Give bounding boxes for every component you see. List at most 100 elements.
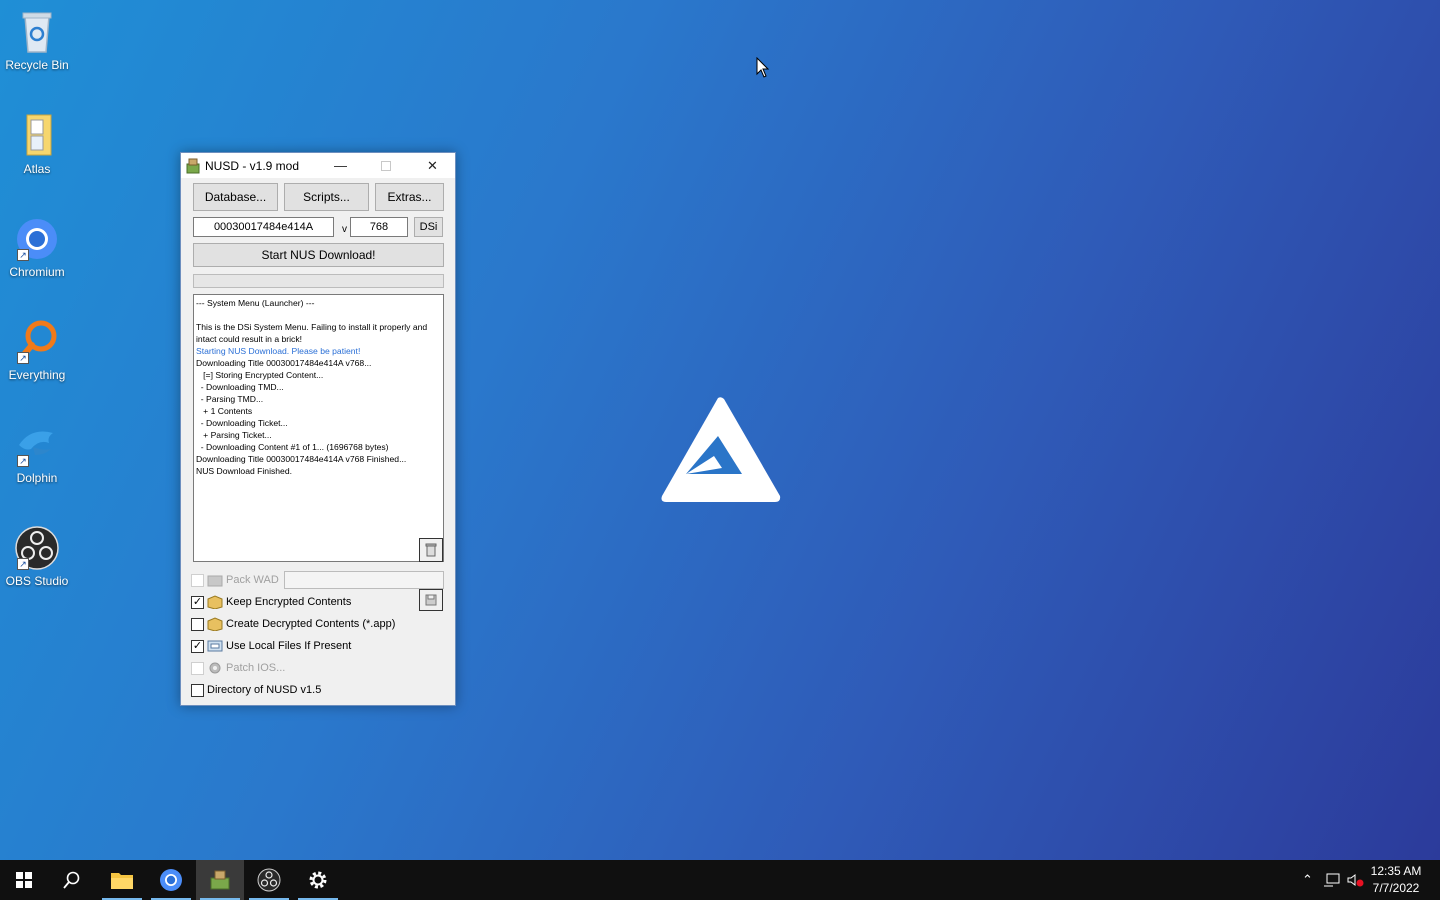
trash-icon xyxy=(425,543,437,557)
taskbar-obs[interactable] xyxy=(245,860,293,900)
log-line: + Parsing Ticket... xyxy=(196,430,272,440)
database-button[interactable]: Database... xyxy=(193,183,278,211)
shortcut-arrow-icon: ↗ xyxy=(17,249,29,261)
log-line: NUS Download Finished. xyxy=(196,466,293,476)
dsi-button[interactable]: DSi xyxy=(414,217,443,237)
scripts-button[interactable]: Scripts... xyxy=(284,183,369,211)
create-decrypted-label: Create Decrypted Contents (*.app) xyxy=(226,618,396,630)
search-button[interactable] xyxy=(48,860,96,900)
shortcut-arrow-icon: ↗ xyxy=(17,558,29,570)
clear-log-button[interactable] xyxy=(419,538,443,562)
log-line: [=] Storing Encrypted Content... xyxy=(196,370,324,380)
title-id-input[interactable]: 00030017484e414A xyxy=(193,217,334,237)
desktop-icon-label: OBS Studio xyxy=(5,574,69,588)
version-prefix-label: v xyxy=(342,224,347,235)
minimize-button[interactable]: — xyxy=(318,153,363,178)
download-progress-bar xyxy=(193,274,444,288)
directory-label: Directory of NUSD v1.5 xyxy=(207,684,322,696)
log-line: - Downloading Ticket... xyxy=(196,418,288,428)
patch-ios-label: Patch IOS... xyxy=(226,662,286,674)
desktop-icon-everything[interactable]: ↗ Everything xyxy=(0,318,74,382)
network-icon[interactable] xyxy=(1323,873,1341,887)
taskbar-nusd[interactable] xyxy=(196,860,244,900)
taskbar-settings[interactable] xyxy=(294,860,342,900)
recycle-bin-icon xyxy=(13,8,61,56)
nusd-app-icon xyxy=(210,870,230,890)
everything-icon: ↗ xyxy=(13,318,61,366)
desktop-icon-dolphin[interactable]: ↗ Dolphin xyxy=(0,421,74,485)
desktop-icon-obs-studio[interactable]: ↗ OBS Studio xyxy=(0,524,74,588)
chromium-icon: ↗ xyxy=(13,215,61,263)
gear-icon xyxy=(209,662,221,674)
box-icon xyxy=(207,595,223,609)
box-icon xyxy=(207,617,223,631)
maximize-icon xyxy=(380,160,391,171)
log-output[interactable]: --- System Menu (Launcher) --- This is t… xyxy=(193,294,444,562)
desktop-icon-label: Atlas xyxy=(23,162,51,176)
dolphin-icon: ↗ xyxy=(13,421,61,469)
folder-icon xyxy=(13,112,61,160)
use-local-checkbox[interactable]: ✓ xyxy=(191,639,204,653)
taskbar-chromium[interactable] xyxy=(147,860,195,900)
start-button[interactable] xyxy=(0,860,48,900)
keep-encrypted-label: Keep Encrypted Contents xyxy=(226,596,352,608)
log-line: + 1 Contents xyxy=(196,406,253,416)
wallpaper-logo xyxy=(660,396,782,504)
desktop-icon-label: Dolphin xyxy=(16,471,58,485)
nusd-app-icon xyxy=(186,158,200,173)
desktop-icon-label: Recycle Bin xyxy=(5,58,69,72)
log-line: - Downloading Content #1 of 1... (169676… xyxy=(196,442,389,452)
log-line: - Parsing TMD... xyxy=(196,394,264,404)
log-line: Downloading Title 00030017484e414A v768.… xyxy=(196,358,372,368)
save-icon xyxy=(425,594,437,606)
desktop-icon-atlas[interactable]: Atlas xyxy=(0,112,74,176)
desktop-icon-recycle-bin[interactable]: Recycle Bin xyxy=(0,8,74,72)
create-decrypted-option[interactable]: Create Decrypted Contents (*.app) xyxy=(191,615,395,633)
start-nus-download-button[interactable]: Start NUS Download! xyxy=(193,243,444,267)
log-line: intact could result in a brick! xyxy=(196,334,303,344)
system-tray: ⌃ xyxy=(1302,860,1365,900)
keep-encrypted-option[interactable]: ✓ Keep Encrypted Contents xyxy=(191,593,351,611)
log-line: Downloading Title 00030017484e414A v768 … xyxy=(196,454,407,464)
mouse-cursor-icon xyxy=(756,56,770,79)
save-button[interactable] xyxy=(419,589,443,611)
directory-checkbox[interactable] xyxy=(191,683,204,697)
chevron-up-icon[interactable]: ⌃ xyxy=(1302,872,1313,888)
chromium-icon xyxy=(160,869,182,891)
taskbar: ⌃ 12:35 AM 7/7/2022 xyxy=(0,860,1440,900)
window-titlebar[interactable]: NUSD - v1.9 mod — ✕ xyxy=(181,153,455,178)
volume-muted-icon[interactable] xyxy=(1347,873,1365,887)
close-button[interactable]: ✕ xyxy=(410,153,455,178)
clock-time: 12:35 AM xyxy=(1370,864,1422,878)
nusd-window: NUSD - v1.9 mod — ✕ Database... Scripts.… xyxy=(180,152,456,706)
version-input[interactable]: 768 xyxy=(350,217,408,237)
windows-icon xyxy=(16,872,32,888)
obs-icon: ↗ xyxy=(13,524,61,572)
create-decrypted-checkbox[interactable] xyxy=(191,617,204,631)
log-line: Starting NUS Download. Please be patient… xyxy=(196,346,361,356)
use-local-label: Use Local Files If Present xyxy=(226,640,352,652)
folder-icon xyxy=(111,873,133,889)
wad-name-input xyxy=(284,571,444,589)
extras-button[interactable]: Extras... xyxy=(375,183,444,211)
pack-wad-label: Pack WAD xyxy=(226,574,279,586)
desktop-icon-chromium[interactable]: ↗ Chromium xyxy=(0,215,74,279)
package-icon xyxy=(207,575,223,587)
close-icon: ✕ xyxy=(427,157,438,173)
window-title: NUSD - v1.9 mod xyxy=(205,158,300,173)
patch-ios-checkbox xyxy=(191,661,204,675)
minimize-icon: — xyxy=(334,158,347,173)
pack-wad-checkbox xyxy=(191,573,204,587)
use-local-option[interactable]: ✓ Use Local Files If Present xyxy=(191,637,351,655)
search-icon xyxy=(63,871,80,889)
clock-date: 7/7/2022 xyxy=(1372,881,1420,895)
taskbar-file-explorer[interactable] xyxy=(98,860,146,900)
log-line: This is the DSi System Menu. Failing to … xyxy=(196,322,428,332)
desktop-icon-label: Chromium xyxy=(9,265,65,279)
desktop-icon-label: Everything xyxy=(8,368,66,382)
shortcut-arrow-icon: ↗ xyxy=(17,352,29,364)
clock[interactable]: 12:35 AM 7/7/2022 xyxy=(1366,863,1426,897)
keep-encrypted-checkbox[interactable]: ✓ xyxy=(191,595,204,609)
directory-option[interactable]: Directory of NUSD v1.5 xyxy=(191,681,321,699)
